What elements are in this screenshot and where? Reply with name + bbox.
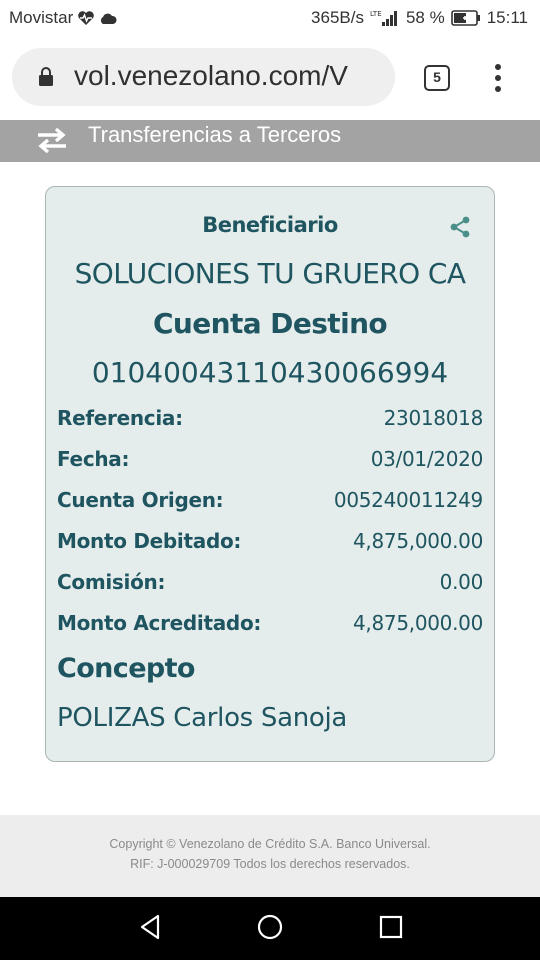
address-bar[interactable]: vol.venezolano.com/V (12, 48, 395, 106)
home-icon[interactable] (256, 913, 284, 946)
beneficiary-name: SOLUCIONES TU GRUERO CA (74, 257, 466, 290)
cloud-icon (99, 12, 117, 25)
detail-label: Comisión: (57, 570, 166, 594)
detail-label: Monto Acreditado: (57, 611, 262, 635)
back-icon[interactable] (138, 913, 162, 946)
detail-row-reference: Referencia: 23018018 (57, 406, 483, 436)
system-navigation-bar (0, 897, 540, 960)
browser-toolbar: vol.venezolano.com/V 5 (0, 36, 540, 120)
lock-icon (38, 67, 54, 92)
svg-text:LTE: LTE (370, 10, 382, 18)
detail-value: 23018018 (383, 406, 484, 430)
status-bar: Movistar 365B/s LTE 58 % 15:11 (0, 0, 540, 36)
detail-value: 4,875,000.00 (353, 529, 483, 553)
battery-charging-icon (450, 10, 481, 26)
detail-value: 0.00 (439, 570, 484, 594)
clock: 15:11 (486, 8, 528, 27)
url-text[interactable]: vol.venezolano.com/V (74, 60, 386, 92)
battery-percent: 58 % (405, 8, 445, 27)
recent-apps-icon[interactable] (378, 913, 404, 946)
detail-label: Cuenta Origen: (57, 488, 224, 512)
detail-value: 4,875,000.00 (353, 611, 483, 635)
detail-label: Fecha: (57, 447, 130, 471)
rif-text: RIF: J-000029709 Todos los derechos rese… (130, 857, 410, 871)
detail-row-debited-amount: Monto Debitado: 4,875,000.00 (57, 529, 483, 559)
overflow-menu-icon[interactable] (488, 64, 508, 94)
concept-value: POLIZAS Carlos Sanoja (57, 703, 348, 733)
detail-row-commission: Comisión: 0.00 (57, 570, 483, 600)
detail-label: Monto Debitado: (57, 529, 242, 553)
network-speed: 365B/s (311, 8, 364, 27)
copyright-text: Copyright © Venezolano de Crédito S.A. B… (109, 837, 431, 851)
transfer-arrows-icon (36, 125, 68, 160)
destination-account-number: 01040043110430066994 (91, 356, 449, 389)
concept-label: Concepto (57, 653, 195, 684)
heart-pulse-icon (77, 10, 95, 26)
beneficiary-label: Beneficiario (202, 213, 338, 237)
transfer-receipt-card: Beneficiario SOLUCIONES TU GRUERO CA Cue… (45, 186, 495, 762)
detail-row-date: Fecha: 03/01/2020 (57, 447, 483, 477)
detail-row-origin-account: Cuenta Origen: 005240011249 (57, 488, 483, 518)
detail-value: 005240011249 (333, 488, 483, 512)
page-title: Transferencias a Terceros (88, 122, 342, 147)
detail-label: Referencia: (57, 406, 183, 430)
detail-value: 03/01/2020 (370, 447, 484, 471)
page-footer: Copyright © Venezolano de Crédito S.A. B… (0, 815, 540, 897)
share-icon[interactable] (448, 215, 472, 244)
carrier-name: Movistar (9, 8, 74, 27)
detail-row-credited-amount: Monto Acreditado: 4,875,000.00 (57, 611, 483, 641)
page-header: Transferencias a Terceros (0, 120, 540, 162)
destination-account-label: Cuenta Destino (152, 307, 388, 340)
tab-switcher-button[interactable]: 5 (424, 65, 450, 91)
lte-signal-icon: LTE (370, 9, 400, 27)
